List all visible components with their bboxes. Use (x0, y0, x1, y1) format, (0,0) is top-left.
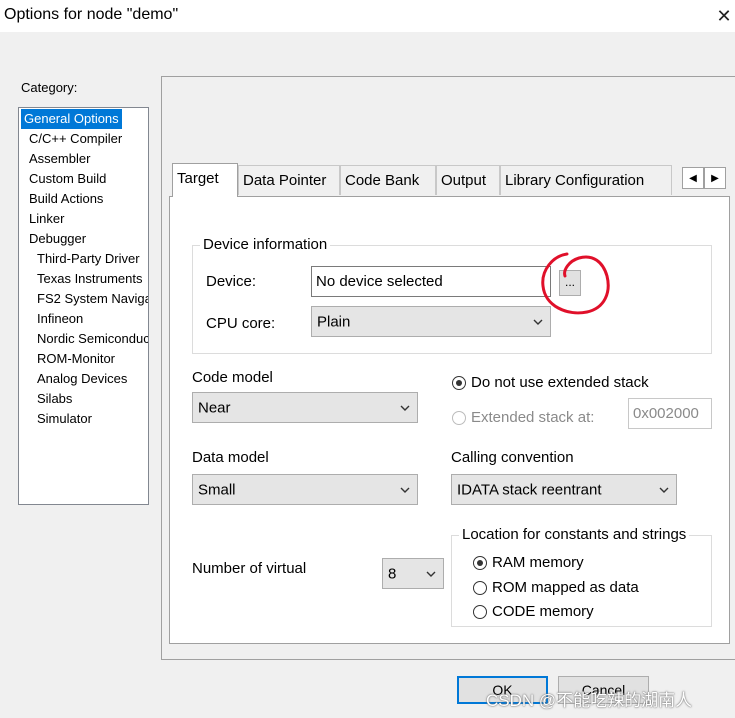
chevron-down-icon (426, 571, 436, 577)
category-item-nordic-semiconductor[interactable]: Nordic Semiconduc (37, 329, 148, 349)
calling-convention-select[interactable]: IDATA stack reentrant (451, 474, 677, 505)
location-legend: Location for constants and strings (459, 526, 690, 543)
extended-stack-label: Extended stack at: (471, 409, 595, 426)
chevron-down-icon (400, 487, 410, 493)
category-item-c-compiler[interactable]: C/C++ Compiler (29, 129, 122, 149)
data-model-label: Data model (192, 449, 269, 466)
code-model-value: Near (198, 399, 231, 416)
close-icon[interactable]: ✕ (712, 4, 735, 28)
tab-code-bank[interactable]: Code Bank (340, 165, 436, 195)
code-memory-label: CODE memory (492, 603, 594, 620)
code-model-label: Code model (192, 369, 273, 386)
radio-no-extended-stack[interactable] (452, 376, 466, 390)
chevron-down-icon (400, 405, 410, 411)
category-item-third-party-driver[interactable]: Third-Party Driver (37, 249, 140, 269)
device-information-group (192, 245, 712, 354)
rom-mapped-label: ROM mapped as data (492, 579, 639, 596)
chevron-down-icon (659, 487, 669, 493)
no-extended-stack-label: Do not use extended stack (471, 374, 649, 391)
tab-target[interactable]: Target (172, 163, 238, 197)
data-model-value: Small (198, 481, 236, 498)
virtual-registers-label: Number of virtual (192, 560, 307, 577)
category-item-fs2-system-navigator[interactable]: FS2 System Naviga (37, 289, 148, 309)
radio-code-memory[interactable] (473, 605, 487, 619)
category-item-assembler[interactable]: Assembler (29, 149, 90, 169)
cpu-core-select[interactable]: Plain (311, 306, 551, 337)
radio-extended-stack[interactable] (452, 411, 466, 425)
calling-convention-label: Calling convention (451, 449, 574, 466)
category-item-linker[interactable]: Linker (29, 209, 64, 229)
category-item-texas-instruments[interactable]: Texas Instruments (37, 269, 143, 289)
category-item-silabs[interactable]: Silabs (37, 389, 72, 409)
arrow-left-icon[interactable]: ◀ (682, 167, 704, 189)
data-model-select[interactable]: Small (192, 474, 418, 505)
category-item-infineon[interactable]: Infineon (37, 309, 83, 329)
extended-stack-address-field[interactable]: 0x002000 (628, 398, 712, 429)
category-item-general-options[interactable]: General Options (21, 109, 122, 129)
radio-rom-mapped[interactable] (473, 581, 487, 595)
category-item-rom-monitor[interactable]: ROM-Monitor (37, 349, 115, 369)
tab-output[interactable]: Output (436, 165, 500, 195)
tab-library-configuration[interactable]: Library Configuration (500, 165, 672, 195)
category-item-build-actions[interactable]: Build Actions (29, 189, 103, 209)
radio-ram-memory[interactable] (473, 556, 487, 570)
cpu-core-value: Plain (317, 313, 351, 330)
arrow-right-icon[interactable]: ▶ (704, 167, 726, 189)
device-information-legend: Device information (200, 236, 331, 253)
calling-convention-value: IDATA stack reentrant (457, 481, 602, 498)
virtual-registers-select[interactable]: 8 (382, 558, 444, 589)
cpu-core-label: CPU core: (206, 315, 276, 332)
category-item-simulator[interactable]: Simulator (37, 409, 92, 429)
category-label: Category: (21, 80, 78, 95)
category-list[interactable]: General Options C/C++ Compiler Assembler… (18, 107, 149, 505)
ram-memory-label: RAM memory (492, 554, 584, 571)
tab-data-pointer[interactable]: Data Pointer (238, 165, 340, 195)
category-item-analog-devices[interactable]: Analog Devices (37, 369, 127, 389)
annotation-circle (541, 252, 610, 315)
category-item-custom-build[interactable]: Custom Build (29, 169, 106, 189)
device-label: Device: (206, 273, 257, 290)
virtual-registers-value: 8 (388, 565, 397, 582)
title-bar: Options for node "demo" ✕ (0, 0, 735, 32)
category-item-debugger[interactable]: Debugger (29, 229, 86, 249)
watermark: CSDN @不能吃辣的湖南人 (486, 691, 693, 710)
code-model-select[interactable]: Near (192, 392, 418, 423)
window-title: Options for node "demo" (4, 6, 179, 23)
device-field[interactable]: No device selected (311, 266, 551, 297)
